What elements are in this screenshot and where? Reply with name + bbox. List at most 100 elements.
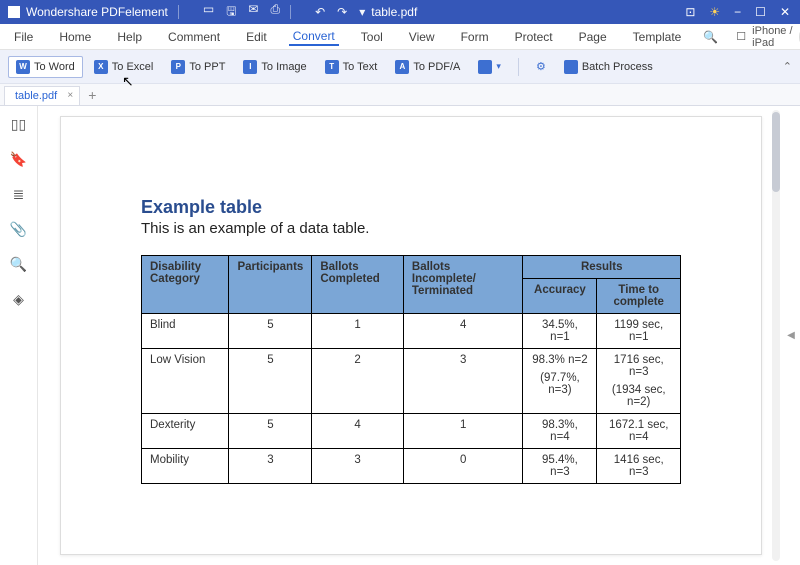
cell-cat: Low Vision <box>142 349 229 414</box>
tab-close-icon[interactable]: × <box>67 90 73 101</box>
menu-page[interactable]: Page <box>575 28 611 46</box>
right-panel-toggle-icon[interactable]: ◀ <box>787 330 795 341</box>
workspace: ▯▯ 🔖 ≣ 📎 🔍 ◈ Example table This is an ex… <box>0 106 800 565</box>
cell-cat: Mobility <box>142 449 229 484</box>
th-category: Disability Category <box>142 256 229 314</box>
dropdown-icon[interactable]: ▾ <box>359 5 365 19</box>
thumbnails-icon[interactable]: ▯▯ <box>11 116 26 133</box>
redo-icon[interactable]: ↷ <box>337 5 347 19</box>
attachment-icon[interactable]: 📎 <box>10 221 27 238</box>
menu-form[interactable]: Form <box>457 28 493 46</box>
doc-subtitle: This is an example of a data table. <box>141 220 681 237</box>
device-icon: ☐ <box>736 30 746 43</box>
app-name: Wondershare PDFelement <box>26 5 168 19</box>
window-controls: ⊡ ☀ − ☐ ✕ <box>685 5 790 19</box>
data-table: Disability Category Participants Ballots… <box>141 255 681 484</box>
doc-title: Example table <box>141 197 681 218</box>
undo-icon[interactable]: ↶ <box>315 5 325 19</box>
menu-convert[interactable]: Convert <box>289 27 339 46</box>
ribbon-batch[interactable]: Batch Process <box>557 57 660 77</box>
menu-view[interactable]: View <box>405 28 439 46</box>
minimize-icon[interactable]: − <box>734 5 741 19</box>
cell-part: 5 <box>229 349 312 414</box>
feedback-icon[interactable]: ⊡ <box>685 5 695 19</box>
maximize-icon[interactable]: ☐ <box>755 5 766 19</box>
cell-ttc: 1199 sec, n=1 <box>597 314 681 349</box>
device-link[interactable]: iPhone / iPad <box>752 25 792 49</box>
cell-acc: 98.3% n=2(97.7%, n=3) <box>523 349 597 414</box>
cell-cat: Blind <box>142 314 229 349</box>
layers-icon[interactable]: ◈ <box>13 291 24 308</box>
add-tab-button[interactable]: + <box>80 85 104 105</box>
document-tabstrip: table.pdf × + <box>0 84 800 106</box>
ribbon-to-ppt[interactable]: To PPT <box>164 57 232 77</box>
cell-ttc: 1672.1 sec, n=4 <box>597 414 681 449</box>
search-icon[interactable]: 🔍 <box>10 256 27 273</box>
document-canvas[interactable]: Example table This is an example of a da… <box>38 106 782 565</box>
ribbon-to-word[interactable]: To Word <box>8 56 83 78</box>
ribbon-to-image[interactable]: To Image <box>236 57 313 77</box>
scrollbar-thumb[interactable] <box>772 112 780 192</box>
ribbon-more[interactable]: ▾ <box>471 57 508 77</box>
open-filename: table.pdf <box>371 5 417 19</box>
save-icon[interactable]: 🖫 <box>226 2 236 23</box>
cell-bc: 1 <box>312 314 404 349</box>
ribbon-settings[interactable]: ⚙ <box>529 57 553 76</box>
ribbon-to-excel[interactable]: To Excel <box>87 57 161 77</box>
ribbon-to-pdfa[interactable]: To PDF/A <box>388 57 467 77</box>
cell-acc: 34.5%, n=1 <box>523 314 597 349</box>
th-time: Time to complete <box>597 279 681 314</box>
cell-bit: 3 <box>403 349 523 414</box>
ribbon-to-ppt-label: To PPT <box>189 61 225 73</box>
close-icon[interactable]: ✕ <box>780 5 790 19</box>
table-row: Blind 5 1 4 34.5%, n=1 1199 sec, n=1 <box>142 314 681 349</box>
cell-bit: 4 <box>403 314 523 349</box>
cell-cat: Dexterity <box>142 414 229 449</box>
image-icon <box>243 60 257 74</box>
app-logo-icon <box>8 6 20 18</box>
right-gutter: ◀ <box>782 106 800 565</box>
text-icon <box>325 60 339 74</box>
outline-icon[interactable]: ≣ <box>13 186 25 203</box>
cell-bc: 3 <box>312 449 404 484</box>
cell-ttc: 1416 sec, n=3 <box>597 449 681 484</box>
menu-home[interactable]: Home <box>55 28 95 46</box>
menu-tool[interactable]: Tool <box>357 28 387 46</box>
bookmark-icon[interactable]: 🔖 <box>10 151 27 168</box>
menu-edit[interactable]: Edit <box>242 28 271 46</box>
menu-protect[interactable]: Protect <box>511 28 557 46</box>
menu-comment[interactable]: Comment <box>164 28 224 46</box>
open-icon[interactable]: ▭ <box>203 2 214 23</box>
menu-template[interactable]: Template <box>629 28 686 46</box>
ribbon-batch-label: Batch Process <box>582 61 653 73</box>
cell-bit: 0 <box>403 449 523 484</box>
excel-icon <box>94 60 108 74</box>
menu-search-icon[interactable]: 🔍 <box>703 30 718 44</box>
menu-file[interactable]: File <box>10 28 37 46</box>
mail-icon[interactable]: ✉ <box>248 2 258 23</box>
more-icon <box>478 60 492 74</box>
word-icon <box>16 60 30 74</box>
th-ballots-incomplete: Ballots Incomplete/ Terminated <box>403 256 523 314</box>
cell-bit: 1 <box>403 414 523 449</box>
ribbon-collapse-icon[interactable]: ⌃ <box>783 60 792 73</box>
menu-bar: File Home Help Comment Edit Convert Tool… <box>0 24 800 50</box>
document-tab[interactable]: table.pdf × <box>4 86 80 105</box>
gear-icon: ⚙ <box>536 60 546 73</box>
print-icon[interactable]: ⎙ <box>270 2 280 23</box>
ribbon-to-image-label: To Image <box>261 61 306 73</box>
ppt-icon <box>171 60 185 74</box>
menu-help[interactable]: Help <box>113 28 146 46</box>
table-header-row: Disability Category Participants Ballots… <box>142 256 681 279</box>
theme-icon[interactable]: ☀ <box>709 5 720 19</box>
th-results: Results <box>523 256 681 279</box>
scrollbar-vertical[interactable] <box>772 110 780 561</box>
chevron-down-icon: ▾ <box>496 61 501 72</box>
ribbon-to-pdfa-label: To PDF/A <box>413 61 460 73</box>
title-bar: Wondershare PDFelement ▭ 🖫 ✉ ⎙ ↶ ↷ ▾ tab… <box>0 0 800 24</box>
th-accuracy: Accuracy <box>523 279 597 314</box>
ribbon-to-word-label: To Word <box>34 61 75 73</box>
titlebar-quick-icons: ▭ 🖫 ✉ ⎙ <box>203 2 280 23</box>
ribbon-to-text[interactable]: To Text <box>318 57 385 77</box>
document-tab-label: table.pdf <box>15 90 57 102</box>
